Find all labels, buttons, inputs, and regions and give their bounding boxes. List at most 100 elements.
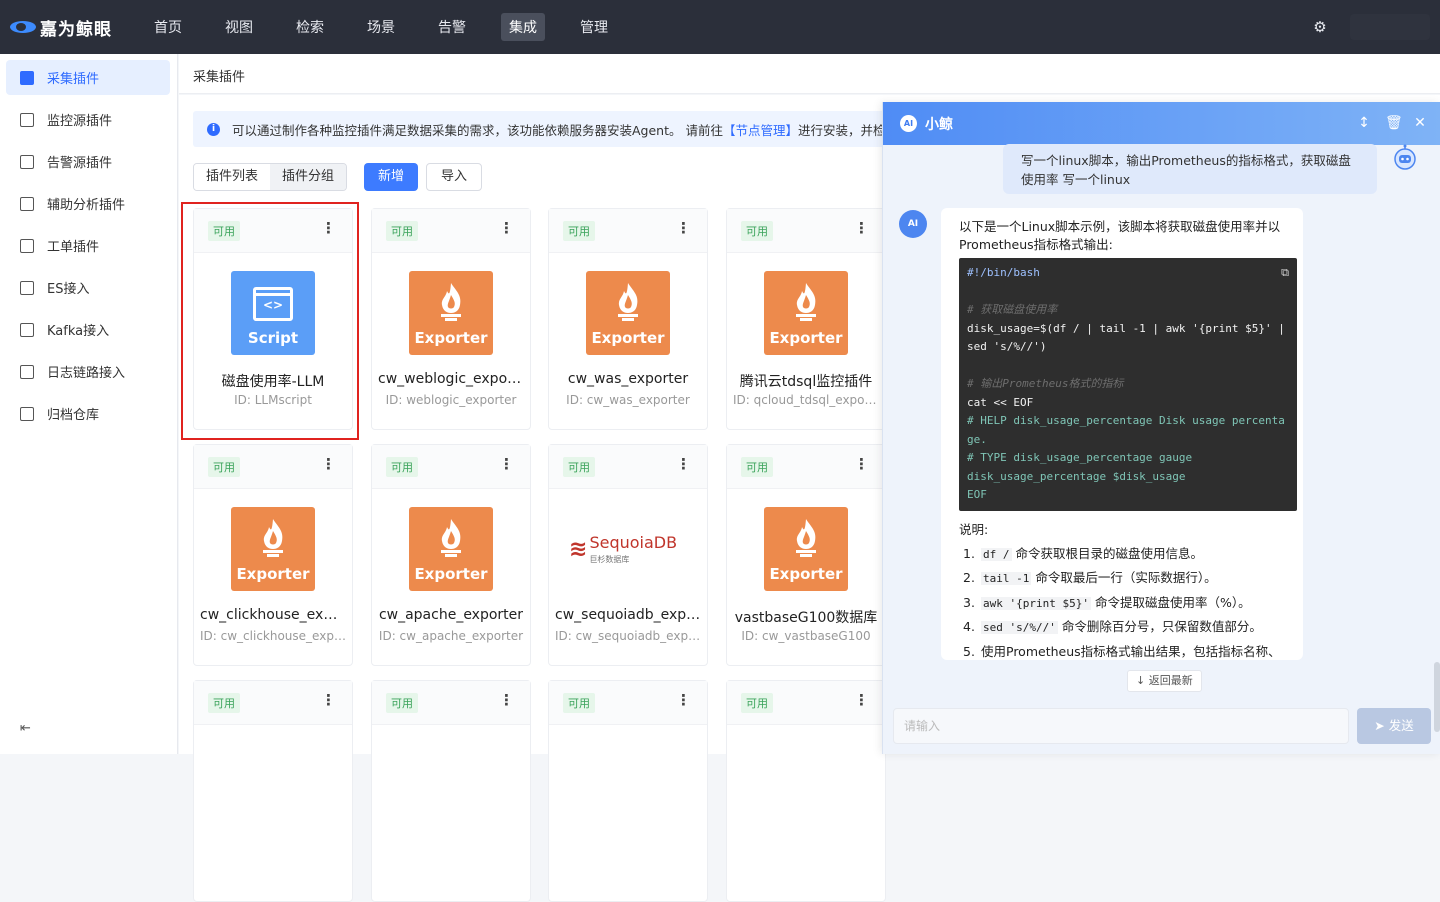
nav-item[interactable]: 告警: [430, 13, 474, 41]
sidebar-item[interactable]: Kafka接入: [6, 312, 170, 347]
sidebar-item[interactable]: 监控源插件: [6, 102, 170, 137]
exporter-tile: Exporter: [586, 271, 670, 355]
tile-label: Exporter: [591, 329, 665, 347]
back-to-latest-label: 返回最新: [1148, 674, 1193, 687]
log-icon: [20, 364, 34, 379]
ai-chat-panel: AI 小鲸 ↕ 🗑 ✕ 写一个linux脚本，输出Prometheus的指标格式…: [882, 102, 1440, 754]
clear-history-icon[interactable]: 🗑: [1385, 114, 1403, 132]
expand-icon[interactable]: ↕: [1357, 114, 1371, 132]
app-logo[interactable]: 嘉为鲸眼: [10, 15, 140, 40]
chat-scrollbar[interactable]: [1434, 662, 1440, 732]
plugin-name: cw_clickhouse_exporter: [200, 607, 346, 623]
sidebar-item[interactable]: 归档仓库: [6, 396, 170, 431]
nav-item[interactable]: 集成: [501, 13, 545, 41]
plugin-card[interactable]: 可用 ⋮: [548, 680, 708, 902]
copy-icon[interactable]: ⧉: [1281, 264, 1289, 283]
plugin-card[interactable]: 可用 ⋮ Exporter vastbaseG100数据库 ID: cw_vastbas…: [726, 444, 886, 666]
more-options-icon[interactable]: ⋮: [499, 219, 514, 237]
flame-icon: [796, 519, 816, 557]
tab-plugin-list[interactable]: 插件列表: [194, 164, 271, 190]
toolbar: 插件列表 插件分组 新增 导入: [193, 163, 483, 191]
plugin-card[interactable]: 可用 ⋮ ≋SequoiaDB 巨杉数据库 cw_sequoiadb_exporter I…: [548, 444, 708, 666]
inline-code: sed 's/%//': [981, 621, 1058, 634]
view-tabs: 插件列表 插件分组: [193, 163, 348, 191]
step-number: 5.: [963, 643, 975, 659]
nav-item[interactable]: 场景: [359, 13, 403, 41]
gear-icon[interactable]: ⚙: [1312, 19, 1328, 35]
more-options-icon[interactable]: ⋮: [321, 455, 336, 473]
send-button[interactable]: ➤ 发送: [1357, 708, 1431, 744]
collapse-sidebar-icon[interactable]: ⇤: [20, 721, 31, 736]
more-options-icon[interactable]: ⋮: [676, 219, 691, 237]
sidebar-item[interactable]: 辅助分析插件: [6, 186, 170, 221]
card-header: 可用 ⋮: [549, 209, 707, 253]
import-button[interactable]: 导入: [426, 163, 483, 191]
description-title: 说明:: [959, 521, 989, 537]
plugin-id: ID: cw_clickhouse_exporter: [200, 629, 346, 643]
more-options-icon[interactable]: ⋮: [854, 455, 869, 473]
breadcrumb-bar: 采集插件: [179, 54, 1440, 94]
more-options-icon[interactable]: ⋮: [499, 691, 514, 709]
flame-icon: [618, 283, 638, 321]
nav-item[interactable]: 视图: [217, 13, 261, 41]
more-options-icon[interactable]: ⋮: [854, 219, 869, 237]
sidebar-item[interactable]: 工单插件: [6, 228, 170, 263]
close-icon[interactable]: ✕: [1413, 114, 1427, 132]
status-badge: 可用: [741, 457, 773, 477]
code-line: EOF: [967, 488, 987, 501]
plugin-card[interactable]: 可用 ⋮: [371, 680, 531, 902]
sidebar-item-label: 工单插件: [47, 240, 100, 255]
main-nav: 首页 视图 检索 场景 告警 集成 管理: [146, 13, 643, 41]
code-line: # 输出Prometheus格式的指标: [967, 377, 1124, 390]
chat-input[interactable]: [893, 708, 1349, 744]
more-options-icon[interactable]: ⋮: [676, 691, 691, 709]
sidebar-item[interactable]: ES接入: [6, 270, 170, 305]
exporter-tile: Exporter: [231, 507, 315, 591]
plugin-card[interactable]: 可用 ⋮: [726, 680, 886, 902]
sidebar-item-label: Kafka接入: [47, 324, 110, 339]
top-right-actions: ⚙: [1312, 0, 1440, 54]
more-options-icon[interactable]: ⋮: [854, 691, 869, 709]
card-header: 可用 ⋮: [727, 445, 885, 489]
card-header: 可用 ⋮: [727, 681, 885, 725]
sidebar-item[interactable]: 告警源插件: [6, 144, 170, 179]
card-header: 可用 ⋮: [372, 209, 530, 253]
plugin-card[interactable]: 可用 ⋮ Exporter cw_clickhouse_exporter ID: cw_…: [193, 444, 353, 666]
more-options-icon[interactable]: ⋮: [499, 455, 514, 473]
step-number: 2.: [963, 570, 975, 585]
top-navbar: 嘉为鲸眼 首页 视图 检索 场景 告警 集成 管理 ⚙: [0, 0, 1440, 54]
sidebar-item[interactable]: 采集插件: [6, 60, 170, 95]
sidebar-item-label: 辅助分析插件: [47, 198, 126, 213]
plugin-card[interactable]: 可用 ⋮ Exporter cw_was_exporter ID: cw_was_exp…: [548, 208, 708, 430]
plugin-card[interactable]: 可用 ⋮ Exporter 腾讯云tdsql监控插件 ID: qcloud_tdsql_…: [726, 208, 886, 430]
step-text: 使用Prometheus指标格式输出结果，包括指标名称、: [981, 643, 1281, 659]
selection-highlight: [181, 202, 359, 440]
status-badge: 可用: [386, 457, 418, 477]
nav-item[interactable]: 首页: [146, 13, 190, 41]
step-item: 5. 使用Prometheus指标格式输出结果，包括指标名称、: [959, 643, 1289, 661]
more-options-icon[interactable]: ⋮: [321, 691, 336, 709]
plugin-card[interactable]: 可用 ⋮: [193, 680, 353, 902]
sidebar-item[interactable]: 日志链路接入: [6, 354, 170, 389]
plugin-card[interactable]: 可用 ⋮ Exporter cw_weblogic_exporter ID: weblo…: [371, 208, 531, 430]
tab-plugin-group[interactable]: 插件分组: [270, 164, 347, 190]
exporter-tile: Exporter: [409, 507, 493, 591]
status-badge: 可用: [741, 221, 773, 241]
plugin-card[interactable]: 可用 ⋮ Exporter cw_apache_exporter ID: cw_apac…: [371, 444, 531, 666]
plugin-name: cw_sequoiadb_exporter: [555, 607, 701, 623]
nav-item[interactable]: 检索: [288, 13, 332, 41]
code-line: #!/bin/bash: [967, 266, 1040, 279]
plugin-id: ID: weblogic_exporter: [385, 393, 517, 407]
node-management-link[interactable]: 【节点管理】: [723, 120, 798, 139]
back-to-latest-button[interactable]: ↓ 返回最新: [1127, 670, 1202, 692]
step-text: 命令删除百分号，只保留数值部分。: [1057, 619, 1262, 634]
code-line: cat << EOF: [967, 395, 1034, 409]
step-item: 2. tail -1 命令取最后一行（实际数据行）。: [959, 569, 1289, 588]
nav-item[interactable]: 管理: [572, 13, 616, 41]
user-menu[interactable]: [1350, 14, 1430, 40]
more-options-icon[interactable]: ⋮: [676, 455, 691, 473]
add-button[interactable]: 新增: [364, 163, 419, 191]
flame-icon: [796, 283, 816, 321]
sidebar-item-label: 日志链路接入: [47, 366, 126, 381]
sidebar-item-label: ES接入: [47, 282, 90, 297]
